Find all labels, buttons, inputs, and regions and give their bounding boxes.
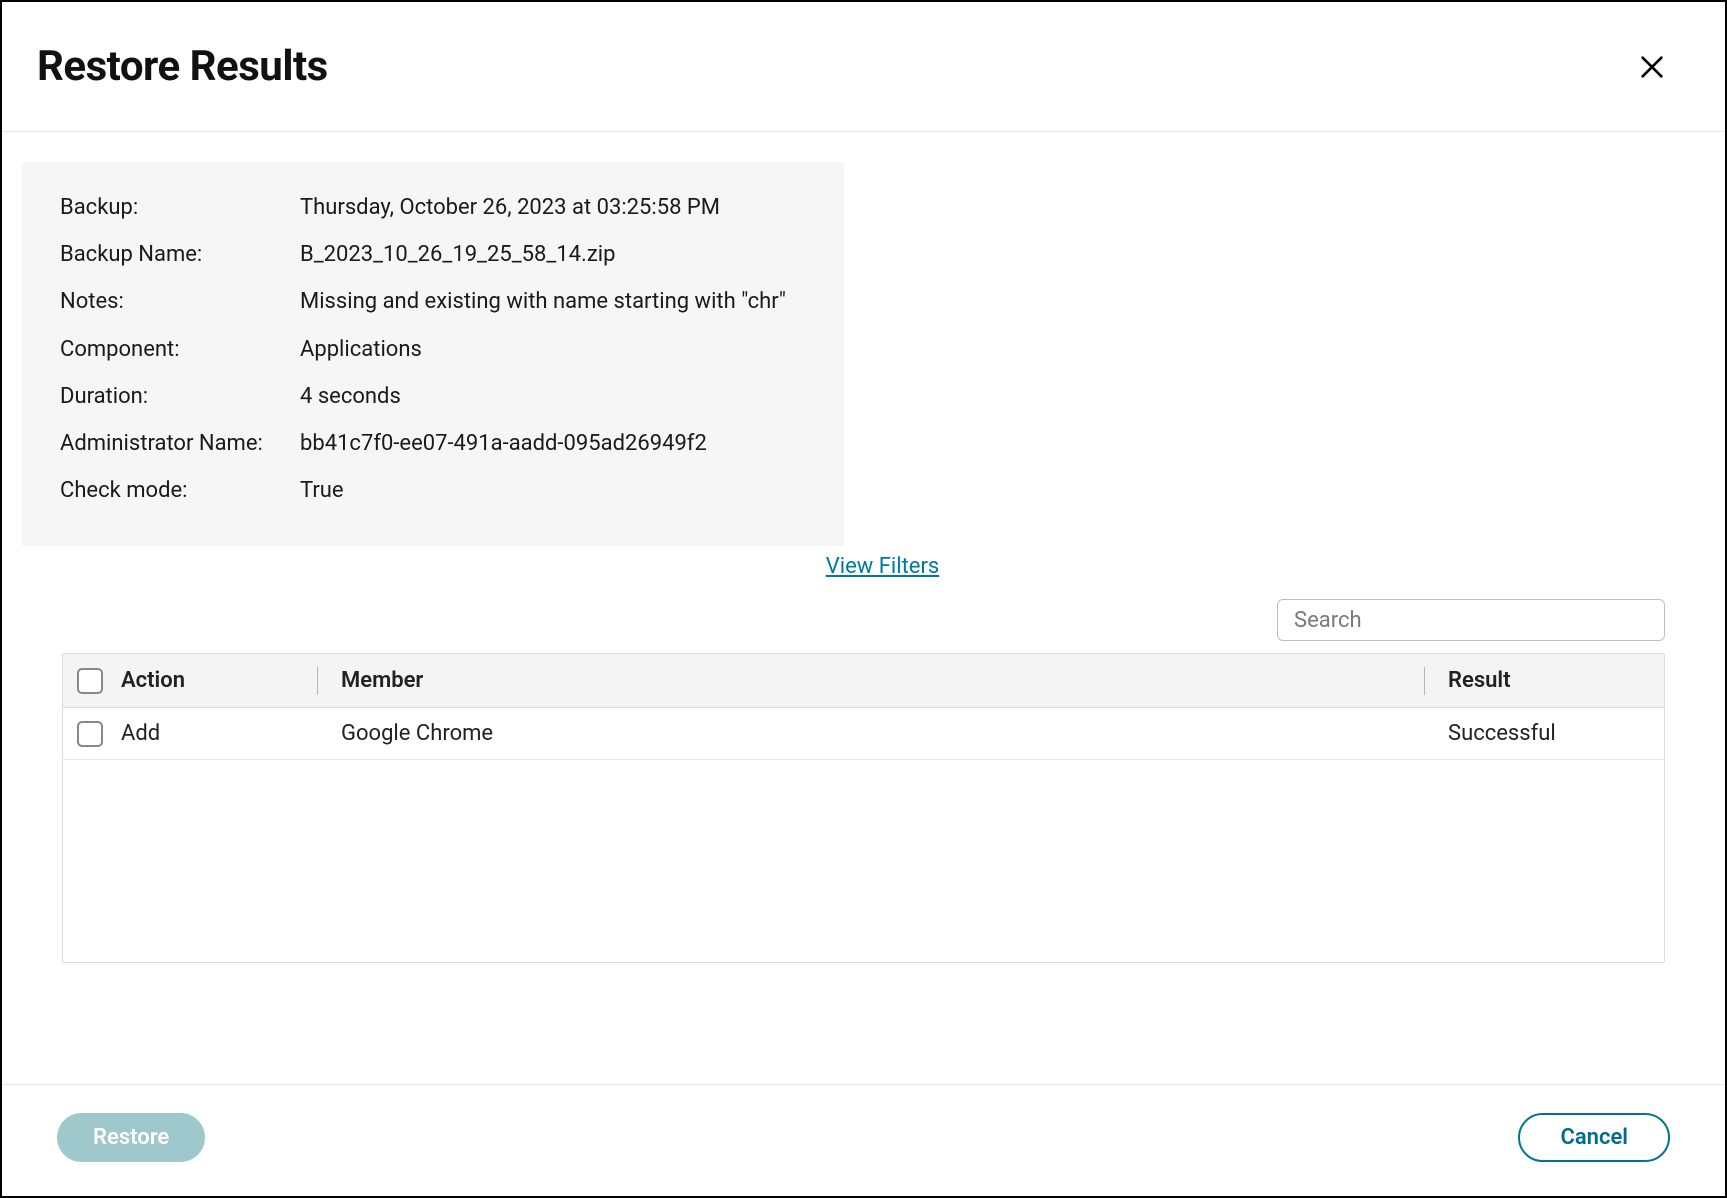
close-icon bbox=[1638, 53, 1666, 81]
table-header-result[interactable]: Result bbox=[1424, 668, 1664, 693]
dialog-title: Restore Results bbox=[37, 42, 328, 91]
dialog-body: Backup: Thursday, October 26, 2023 at 03… bbox=[2, 132, 1725, 1084]
info-value: 4 seconds bbox=[300, 379, 401, 414]
dialog-footer: Restore Cancel bbox=[2, 1084, 1725, 1196]
search-row bbox=[22, 599, 1665, 641]
info-label: Administrator Name: bbox=[60, 426, 300, 461]
select-all-checkbox[interactable] bbox=[77, 668, 103, 694]
info-value: B_2023_10_26_19_25_58_14.zip bbox=[300, 237, 615, 272]
info-row-backup-name: Backup Name: B_2023_10_26_19_25_58_14.zi… bbox=[60, 237, 806, 272]
info-value: Thursday, October 26, 2023 at 03:25:58 P… bbox=[300, 190, 720, 225]
table-row: Add Google Chrome Successful bbox=[63, 708, 1664, 760]
info-row-duration: Duration: 4 seconds bbox=[60, 379, 806, 414]
info-row-admin-name: Administrator Name: bb41c7f0-ee07-491a-a… bbox=[60, 426, 806, 461]
info-row-component: Component: Applications bbox=[60, 332, 806, 367]
row-checkbox[interactable] bbox=[77, 721, 103, 747]
info-row-notes: Notes: Missing and existing with name st… bbox=[60, 284, 806, 319]
table-header-row: Action Member Result bbox=[63, 654, 1664, 708]
info-row-check-mode: Check mode: True bbox=[60, 473, 806, 508]
info-value: True bbox=[300, 473, 344, 508]
results-table: Action Member Result Add Google Chrome S… bbox=[62, 653, 1665, 963]
view-filters-link[interactable]: View Filters bbox=[60, 554, 1705, 579]
close-button[interactable] bbox=[1634, 49, 1670, 85]
table-header-checkbox-cell bbox=[63, 668, 117, 694]
dialog-header: Restore Results bbox=[2, 2, 1725, 132]
info-label: Backup Name: bbox=[60, 237, 300, 272]
info-label: Duration: bbox=[60, 379, 300, 414]
search-input[interactable] bbox=[1277, 599, 1665, 641]
info-label: Check mode: bbox=[60, 473, 300, 508]
table-row-checkbox-cell bbox=[63, 721, 117, 747]
cancel-button[interactable]: Cancel bbox=[1518, 1113, 1670, 1162]
info-label: Component: bbox=[60, 332, 300, 367]
info-label: Notes: bbox=[60, 284, 300, 319]
table-cell-action: Add bbox=[117, 721, 317, 746]
table-cell-result: Successful bbox=[1424, 721, 1664, 746]
table-cell-member: Google Chrome bbox=[317, 721, 1424, 746]
restore-results-dialog: Restore Results Backup: Thursday, Octobe… bbox=[0, 0, 1727, 1198]
backup-info-card: Backup: Thursday, October 26, 2023 at 03… bbox=[22, 162, 844, 546]
table-header-member[interactable]: Member bbox=[317, 668, 1424, 693]
info-value: bb41c7f0-ee07-491a-aadd-095ad26949f2 bbox=[300, 426, 707, 461]
info-value: Missing and existing with name starting … bbox=[300, 284, 786, 319]
info-label: Backup: bbox=[60, 190, 300, 225]
table-header-action[interactable]: Action bbox=[117, 668, 317, 693]
info-value: Applications bbox=[300, 332, 422, 367]
restore-button[interactable]: Restore bbox=[57, 1113, 205, 1162]
info-row-backup: Backup: Thursday, October 26, 2023 at 03… bbox=[60, 190, 806, 225]
